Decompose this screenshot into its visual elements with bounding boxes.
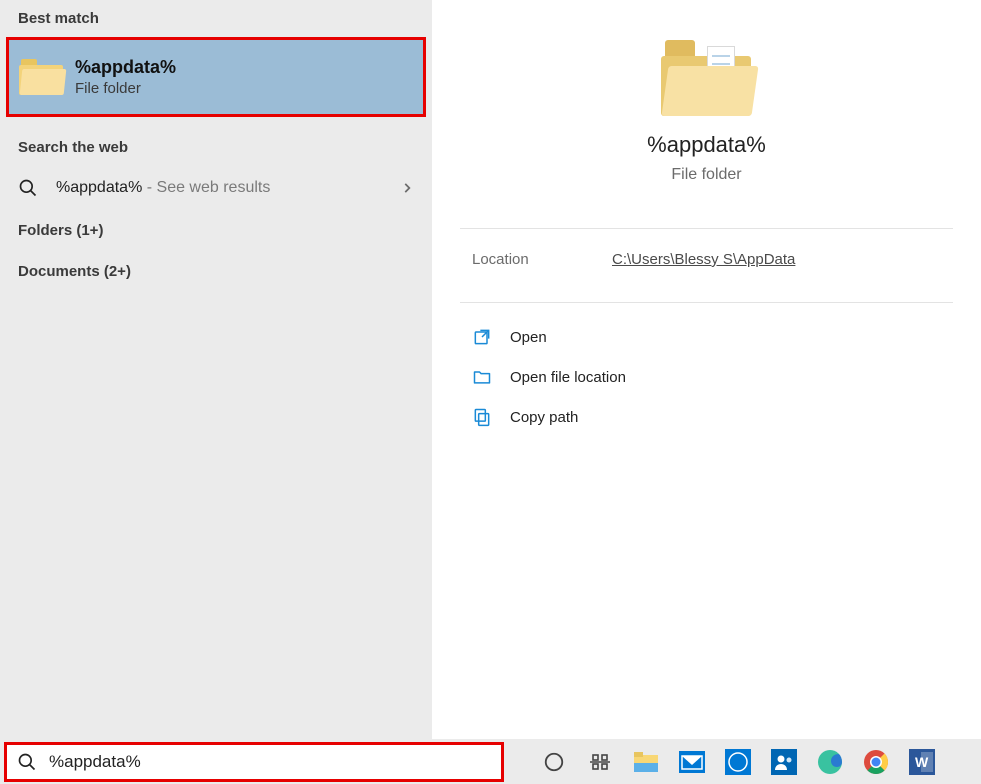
best-match-header: Best match xyxy=(0,0,432,37)
file-explorer-icon[interactable] xyxy=(628,744,664,780)
documents-category[interactable]: Documents (2+) xyxy=(0,251,432,292)
chevron-right-icon xyxy=(400,181,414,195)
mail-icon[interactable] xyxy=(674,744,710,780)
search-input[interactable] xyxy=(49,752,491,772)
search-icon xyxy=(17,752,37,772)
folder-icon xyxy=(19,59,61,95)
location-link[interactable]: C:\Users\Blessy S\AppData xyxy=(612,251,795,268)
folder-outline-icon xyxy=(472,367,492,387)
word-icon[interactable]: W xyxy=(904,744,940,780)
task-view-icon[interactable] xyxy=(582,744,618,780)
details-subtitle: File folder xyxy=(671,166,741,184)
copy-icon xyxy=(472,407,492,427)
action-open[interactable]: Open xyxy=(432,317,981,357)
search-web-header: Search the web xyxy=(0,117,432,166)
dell-icon[interactable] xyxy=(720,744,756,780)
folders-category[interactable]: Folders (1+) xyxy=(0,210,432,251)
web-result-text: %appdata% - See web results xyxy=(56,179,400,197)
details-title: %appdata% xyxy=(647,132,766,158)
folder-large-icon xyxy=(661,38,753,116)
open-icon xyxy=(472,327,492,347)
location-label: Location xyxy=(472,251,612,268)
search-results-panel: Best match %appdata% File folder Search … xyxy=(0,0,432,739)
search-icon xyxy=(18,178,42,198)
best-match-title: %appdata% xyxy=(75,57,176,78)
taskbar-search[interactable] xyxy=(4,742,504,782)
details-panel: %appdata% File folder Location C:\Users\… xyxy=(432,0,981,739)
svg-text:W: W xyxy=(915,754,929,770)
taskbar: W xyxy=(0,739,981,784)
contacts-icon[interactable] xyxy=(766,744,802,780)
action-label: Copy path xyxy=(510,409,578,426)
web-result-item[interactable]: %appdata% - See web results xyxy=(0,166,432,210)
best-match-item[interactable]: %appdata% File folder xyxy=(6,37,426,117)
edge-icon[interactable] xyxy=(812,744,848,780)
chrome-icon[interactable] xyxy=(858,744,894,780)
best-match-subtitle: File folder xyxy=(75,80,176,97)
action-label: Open file location xyxy=(510,369,626,386)
action-copy-path[interactable]: Copy path xyxy=(432,397,981,437)
action-open-file-location[interactable]: Open file location xyxy=(432,357,981,397)
cortana-icon[interactable] xyxy=(536,744,572,780)
action-label: Open xyxy=(510,329,547,346)
